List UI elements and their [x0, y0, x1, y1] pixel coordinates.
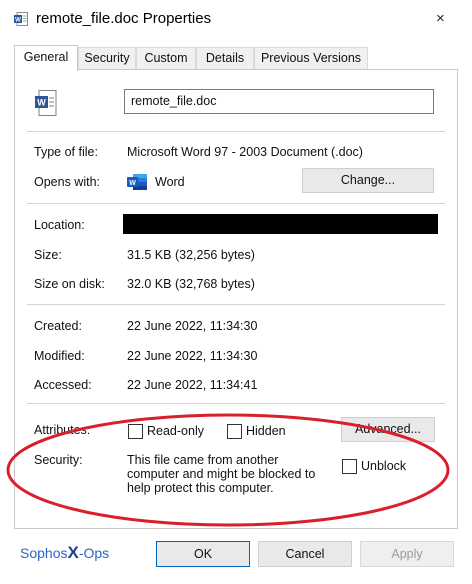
tab-general[interactable]: General: [14, 45, 78, 71]
created-label: Created:: [34, 319, 82, 333]
word-app-icon: W: [127, 174, 147, 190]
location-label: Location:: [34, 218, 85, 232]
modified-label: Modified:: [34, 349, 85, 363]
tab-details[interactable]: Details: [196, 47, 254, 69]
security-label: Security:: [34, 453, 83, 467]
divider: [27, 131, 445, 132]
opens-with-value: Word: [155, 175, 185, 189]
brand-right: -Ops: [78, 545, 110, 561]
size-on-disk-label: Size on disk:: [34, 277, 105, 291]
accessed-value: 22 June 2022, 11:34:41: [127, 378, 258, 392]
tab-custom[interactable]: Custom: [136, 47, 196, 69]
tab-previous-versions[interactable]: Previous Versions: [254, 47, 368, 69]
tab-security[interactable]: Security: [78, 47, 136, 69]
size-label: Size:: [34, 248, 62, 262]
cancel-button[interactable]: Cancel: [258, 541, 352, 567]
svg-text:W: W: [37, 98, 46, 108]
divider: [27, 304, 445, 305]
readonly-label: Read-only: [147, 424, 204, 438]
opens-with-label: Opens with:: [34, 175, 101, 189]
apply-button[interactable]: Apply: [360, 541, 454, 567]
size-on-disk-value: 32.0 KB (32,768 bytes): [127, 277, 255, 291]
close-button[interactable]: ×: [436, 10, 445, 27]
sophos-xops-logo: SophosX-Ops: [20, 543, 109, 563]
accessed-label: Accessed:: [34, 378, 92, 392]
word-file-icon: W: [35, 90, 57, 116]
svg-text:W: W: [15, 18, 21, 24]
location-value-redacted: [123, 214, 438, 234]
type-label: Type of file:: [34, 145, 98, 159]
svg-text:W: W: [129, 180, 136, 187]
filename-field[interactable]: remote_file.doc: [124, 89, 434, 114]
window-title: remote_file.doc Properties: [36, 10, 212, 27]
word-document-icon: W: [14, 12, 28, 26]
unblock-label: Unblock: [361, 459, 407, 473]
size-value: 31.5 KB (32,256 bytes): [127, 248, 255, 262]
brand-left: Sophos: [20, 545, 68, 561]
divider: [27, 403, 445, 404]
ok-button[interactable]: OK: [156, 541, 250, 567]
created-value: 22 June 2022, 11:34:30: [127, 319, 258, 333]
type-value: Microsoft Word 97 - 2003 Document (.doc): [127, 145, 363, 159]
title-bar: W remote_file.doc Properties ×: [0, 0, 472, 40]
hidden-label: Hidden: [246, 424, 286, 438]
divider: [27, 203, 445, 204]
change-button[interactable]: Change...: [302, 168, 434, 193]
readonly-checkbox[interactable]: [128, 424, 143, 439]
modified-value: 22 June 2022, 11:34:30: [127, 349, 258, 363]
advanced-button[interactable]: Advanced...: [341, 417, 435, 442]
security-warning-text: This file came from another computer and…: [127, 453, 316, 495]
attributes-label: Attributes:: [34, 423, 91, 437]
brand-x: X: [67, 543, 79, 562]
general-panel: W remote_file.doc Type of file: Microsof…: [14, 69, 458, 529]
unblock-checkbox[interactable]: [342, 459, 357, 474]
hidden-checkbox[interactable]: [227, 424, 242, 439]
